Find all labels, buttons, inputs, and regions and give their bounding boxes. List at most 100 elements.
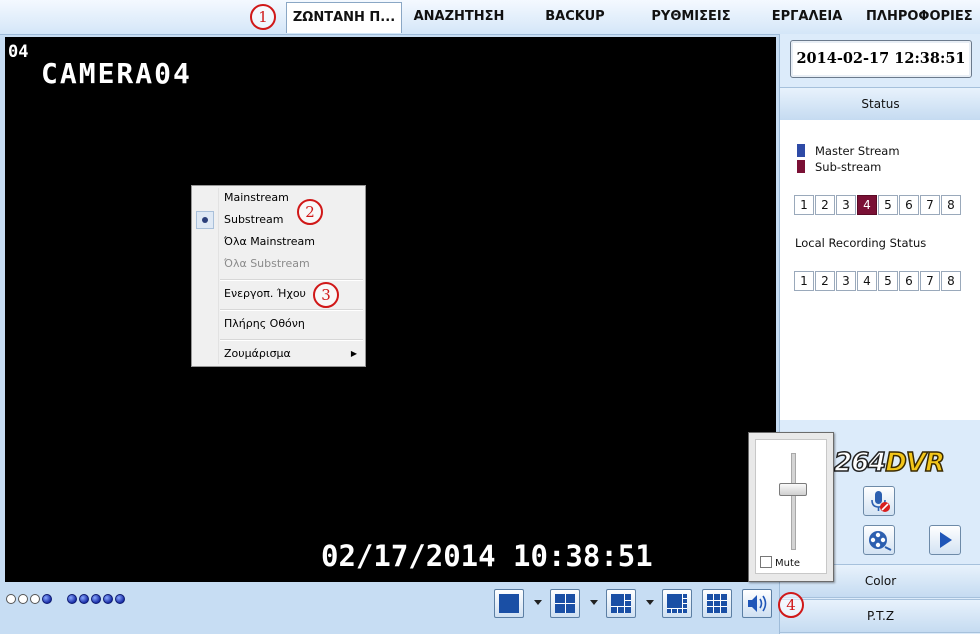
master-stream-swatch [797,144,805,157]
menu-item-enable-audio[interactable]: Ενεργοπ. Ήχου [192,283,365,305]
menu-separator [220,279,363,281]
radio-selected-icon [196,211,214,229]
mic-muted-button[interactable] [863,486,895,516]
layout-8-button[interactable] [662,589,692,618]
recording-channel-4[interactable]: 4 [857,271,877,291]
logo-dvr: DVR [885,447,946,479]
legend-label: Master Stream [815,144,900,158]
status-dot [6,594,16,604]
menu-separator [220,309,363,311]
stream-channel-7[interactable]: 7 [920,195,940,215]
status-dot [67,594,77,604]
tab-tools[interactable]: ΕΡΓΑΛΕΙΑ [752,2,862,32]
menu-item-label: Ζουμάρισμα [224,347,291,360]
mute-label: Mute [775,558,801,569]
dvr-logo: 264DVR [833,447,946,479]
layout-4-button[interactable] [550,589,580,618]
menu-item-all-mainstream[interactable]: Όλα Mainstream [192,231,365,253]
context-menu: Mainstream Substream Όλα Mainstream Όλα … [191,185,366,367]
volume-button[interactable] [742,589,772,618]
tab-backup[interactable]: BACKUP [520,2,630,32]
menu-item-label: Όλα Substream [224,257,310,270]
mute-checkbox[interactable]: Mute [760,556,800,569]
speaker-icon [748,595,767,612]
menu-item-label: Ενεργοπ. Ήχου [224,287,306,300]
film-reel-icon [869,531,892,551]
layout-4-icon [555,594,575,613]
layout-4-dropdown-icon[interactable] [590,600,598,605]
menu-item-fullscreen[interactable]: Πλήρης Οθόνη [192,313,365,335]
submenu-arrow-icon: ▶ [350,349,357,358]
recording-channel-7[interactable]: 7 [920,271,940,291]
annotation-marker-4: 4 [778,592,804,618]
play-icon [940,532,952,548]
play-button[interactable] [929,525,961,555]
menu-item-zoom[interactable]: Ζουμάρισμα ▶ [192,343,365,365]
system-clock: 2014-02-17 12:38:51 [790,40,972,78]
annotation-marker-3: 3 [313,282,339,308]
volume-slider-track[interactable] [791,453,796,550]
volume-popup: Mute [748,432,834,582]
menu-item-all-substream: Όλα Substream [192,253,365,275]
menu-item-label: Mainstream [224,191,289,204]
legend-label: Sub-stream [815,160,882,174]
ptz-section-header[interactable]: P.T.Z [780,599,980,633]
stream-channel-4[interactable]: 4 [857,195,877,215]
recording-channel-3[interactable]: 3 [836,271,856,291]
status-panel: Master Stream Sub-stream 1 2 3 4 5 6 7 8… [780,120,980,420]
stream-channel-6[interactable]: 6 [899,195,919,215]
tab-settings[interactable]: ΡΥΘΜΙΣΕΙΣ [632,2,750,32]
status-section-header[interactable]: Status [780,87,980,121]
annotation-marker-2: 2 [297,199,323,225]
legend-sub-stream: Sub-stream [797,160,881,174]
menu-item-label: Όλα Mainstream [224,235,316,248]
menu-separator [220,339,363,341]
menu-item-label: Πλήρης Οθόνη [224,317,305,330]
local-recording-title: Local Recording Status [795,236,927,250]
status-dot [30,594,40,604]
video-timestamp-overlay: 02/17/2014 10:38:51 [321,539,653,573]
checkbox-icon [760,556,772,568]
recording-channel-8[interactable]: 8 [941,271,961,291]
status-dot [18,594,28,604]
record-button[interactable] [863,525,895,555]
status-dot [42,594,52,604]
stream-channel-grid: 1 2 3 4 5 6 7 8 [794,195,962,215]
channel-number: 04 [8,42,29,62]
volume-slider-thumb[interactable] [779,483,807,496]
status-dot [115,594,125,604]
layout-1-dropdown-icon[interactable] [534,600,542,605]
stream-channel-1[interactable]: 1 [794,195,814,215]
status-dot [91,594,101,604]
tab-search[interactable]: ΑΝΑΖΗΤΗΣΗ [402,2,516,32]
layout-9-icon [707,594,727,613]
status-dot [103,594,113,604]
stream-channel-8[interactable]: 8 [941,195,961,215]
mic-muted-icon [871,491,890,512]
layout-6-dropdown-icon[interactable] [646,600,654,605]
status-dot [79,594,89,604]
recording-channel-5[interactable]: 5 [878,271,898,291]
logo-number: 264 [833,447,887,479]
tab-live-view[interactable]: ΖΩΝΤΑΝΗ Π... [286,2,402,33]
stream-channel-2[interactable]: 2 [815,195,835,215]
live-video-view[interactable]: 04 CAMERA04 02/17/2014 10:38:51 [5,37,776,582]
tab-info[interactable]: ΠΛΗΡΟΦΟΡΙΕΣ [862,2,980,32]
sub-stream-swatch [797,160,805,173]
recording-channel-1[interactable]: 1 [794,271,814,291]
camera-name-overlay: CAMERA04 [41,57,192,90]
annotation-marker-1: 1 [250,4,276,30]
stream-channel-3[interactable]: 3 [836,195,856,215]
recording-channel-grid: 1 2 3 4 5 6 7 8 [794,271,962,291]
recording-channel-2[interactable]: 2 [815,271,835,291]
layout-6-button[interactable] [606,589,636,618]
recording-channel-6[interactable]: 6 [899,271,919,291]
layout-1-icon [499,594,519,613]
menu-item-substream[interactable]: Substream [192,209,365,231]
layout-1-button[interactable] [494,589,524,618]
legend-master-stream: Master Stream [797,144,900,158]
menu-item-mainstream[interactable]: Mainstream [192,187,365,209]
layout-9-button[interactable] [702,589,732,618]
volume-panel: Mute [755,439,827,574]
stream-channel-5[interactable]: 5 [878,195,898,215]
